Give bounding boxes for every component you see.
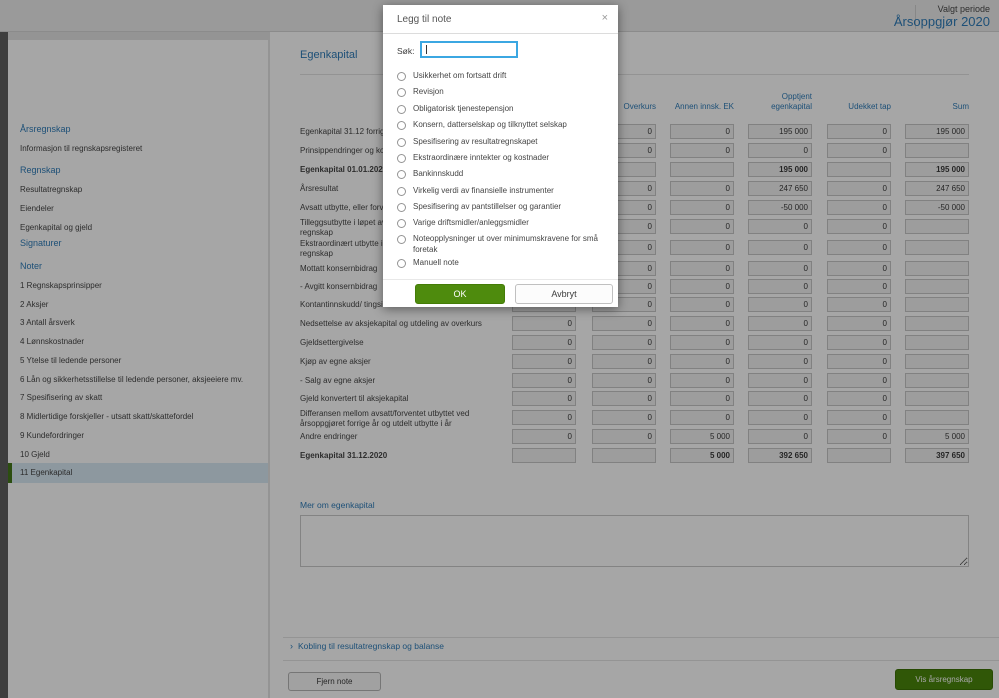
text-cursor [426, 45, 427, 54]
dialog-title: Legg til note [397, 14, 452, 25]
note-option-konsern-datterselskap-og-tilkn[interactable]: Konsern, datterselskap og tilknyttet sel… [397, 120, 607, 131]
note-option-label: Revisjon [413, 87, 444, 96]
note-option-label: Varige driftsmidler/anleggsmidler [413, 218, 529, 227]
radio-icon[interactable] [397, 235, 406, 244]
note-option-ekstraordinære-inntekter-og-ko[interactable]: Ekstraordinære inntekter og kostnader [397, 153, 607, 164]
radio-icon[interactable] [397, 121, 406, 130]
note-option-label: Spesifisering av resultatregnskapet [413, 137, 538, 146]
add-note-dialog: Legg til note × Søk: Usikkerhet om forts… [383, 5, 618, 307]
app-root: Valgt periode Årsoppgjør 2020 Årsregnska… [0, 0, 999, 698]
note-option-bankinnskudd[interactable]: Bankinnskudd [397, 169, 607, 180]
cancel-button[interactable]: Avbryt [515, 284, 613, 304]
note-option-label: Ekstraordinære inntekter og kostnader [413, 153, 550, 162]
note-option-varige-driftsmidler-anleggsmid[interactable]: Varige driftsmidler/anleggsmidler [397, 218, 607, 229]
note-option-virkelig-verdi-av-finansielle-[interactable]: Virkelig verdi av finansielle instrument… [397, 186, 607, 197]
note-option-usikkerhet-om-fortsatt-drift[interactable]: Usikkerhet om fortsatt drift [397, 71, 607, 82]
radio-icon[interactable] [397, 219, 406, 228]
note-option-obligatorisk-tjenestepensjon[interactable]: Obligatorisk tjenestepensjon [397, 104, 607, 115]
note-option-spesifisering-av-pantstillelse[interactable]: Spesifisering av pantstillelser og garan… [397, 202, 607, 213]
note-option-label: Noteopplysninger ut over minimumskravene… [413, 234, 598, 254]
note-option-label: Konsern, datterselskap og tilknyttet sel… [413, 120, 567, 129]
note-option-label: Obligatorisk tjenestepensjon [413, 104, 514, 113]
radio-icon[interactable] [397, 105, 406, 114]
search-label: Søk: [397, 46, 415, 56]
radio-icon[interactable] [397, 154, 406, 163]
note-option-manuell-note[interactable]: Manuell note [397, 258, 607, 269]
note-option-label: Usikkerhet om fortsatt drift [413, 71, 507, 80]
search-input[interactable] [420, 41, 518, 58]
note-option-label: Virkelig verdi av finansielle instrument… [413, 186, 554, 195]
note-option-label: Bankinnskudd [413, 169, 464, 178]
radio-icon[interactable] [397, 170, 406, 179]
note-option-spesifisering-av-resultatregns[interactable]: Spesifisering av resultatregnskapet [397, 137, 607, 148]
ok-button[interactable]: OK [415, 284, 505, 304]
radio-icon[interactable] [397, 259, 406, 268]
dialog-footer-divider [383, 279, 618, 280]
note-option-revisjon[interactable]: Revisjon [397, 87, 607, 98]
note-option-label: Spesifisering av pantstillelser og garan… [413, 202, 562, 211]
radio-icon[interactable] [397, 72, 406, 81]
radio-icon[interactable] [397, 203, 406, 212]
radio-icon[interactable] [397, 138, 406, 147]
radio-icon[interactable] [397, 88, 406, 97]
close-icon[interactable]: × [602, 12, 608, 24]
note-option-label: Manuell note [413, 258, 459, 267]
note-option-noteopplysninger-ut-over-minim[interactable]: Noteopplysninger ut over minimumskravene… [397, 234, 607, 255]
dialog-header: Legg til note × [383, 5, 618, 34]
radio-icon[interactable] [397, 187, 406, 196]
